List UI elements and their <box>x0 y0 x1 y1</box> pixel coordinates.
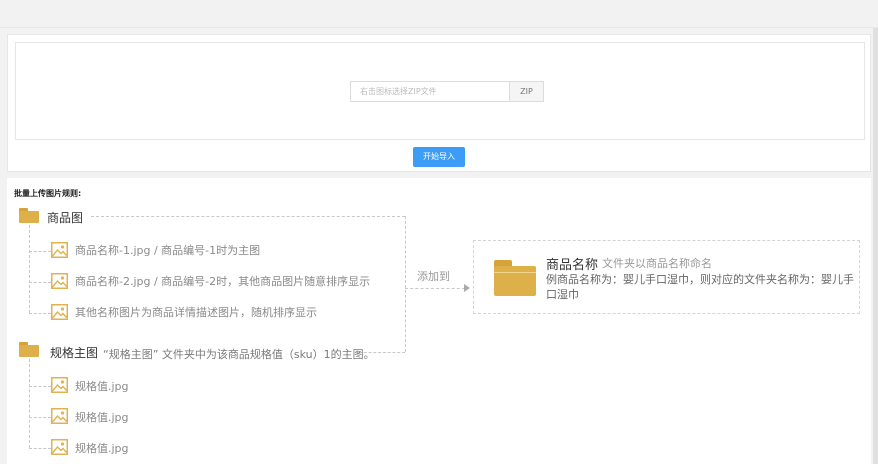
target-title: 商品名称 <box>546 258 599 273</box>
start-import-button[interactable]: 开始导入 <box>413 147 465 167</box>
tree-line <box>29 282 51 283</box>
tree-line <box>29 313 51 314</box>
scrollbar[interactable] <box>873 28 878 464</box>
tree-line <box>29 448 51 449</box>
image-icon <box>51 408 68 424</box>
list-item: 规格值.jpg <box>75 411 129 424</box>
arrow-line <box>405 288 465 289</box>
product-folder-label: 商品图 <box>47 211 84 225</box>
arrow-label: 添加到 <box>417 270 450 283</box>
spec-folder-note: “规格主图” 文件夹中为该商品规格值（sku）1的主图。 <box>103 348 375 361</box>
arrow-head-icon <box>464 284 470 292</box>
image-icon <box>51 273 68 289</box>
tree-line <box>29 359 30 448</box>
tree-line <box>29 225 30 313</box>
tree-line <box>29 417 51 418</box>
list-item: 规格值.jpg <box>75 442 129 455</box>
connector-line <box>91 216 405 217</box>
folder-icon <box>19 342 39 357</box>
image-icon <box>51 304 68 320</box>
tree-line <box>29 386 51 387</box>
list-item: 规格值.jpg <box>75 380 129 393</box>
tree-line <box>29 251 51 252</box>
target-subtitle: 文件夹以商品名称命名 <box>602 257 712 270</box>
rules-title: 批量上传图片规则: <box>14 189 82 198</box>
list-item: 商品名称-1.jpg / 商品编号-1时为主图 <box>75 244 261 257</box>
image-icon <box>51 439 68 455</box>
rules-panel: 批量上传图片规则: 商品图 商品名称-1.jpg / 商品编号-1时为主图 商品… <box>7 178 871 464</box>
target-folder-box: 商品名称 文件夹以商品名称命名 例商品名称为：婴儿手口湿巾，则对应的文件夹名称为… <box>473 240 860 314</box>
image-icon <box>51 377 68 393</box>
connector-line <box>405 216 406 352</box>
folder-icon <box>494 260 536 296</box>
image-icon <box>51 242 68 258</box>
target-description: 例商品名称为：婴儿手口湿巾，则对应的文件夹名称为：婴儿手口湿巾 <box>546 273 854 301</box>
zip-button[interactable]: ZIP <box>509 81 544 102</box>
list-item: 商品名称-2.jpg / 商品编号-2时，其他商品图片随意排序显示 <box>75 275 371 288</box>
upload-card: 右击图标选择ZIP文件 ZIP 开始导入 <box>7 34 871 172</box>
folder-icon <box>19 208 39 223</box>
list-item: 其他名称图片为商品详情描述图片，随机排序显示 <box>75 306 317 319</box>
spec-folder-label: 规格主图 <box>50 346 99 360</box>
top-bar <box>0 0 878 28</box>
zip-file-input[interactable]: 右击图标选择ZIP文件 <box>350 81 509 102</box>
upload-dropzone[interactable]: 右击图标选择ZIP文件 ZIP <box>15 42 865 140</box>
